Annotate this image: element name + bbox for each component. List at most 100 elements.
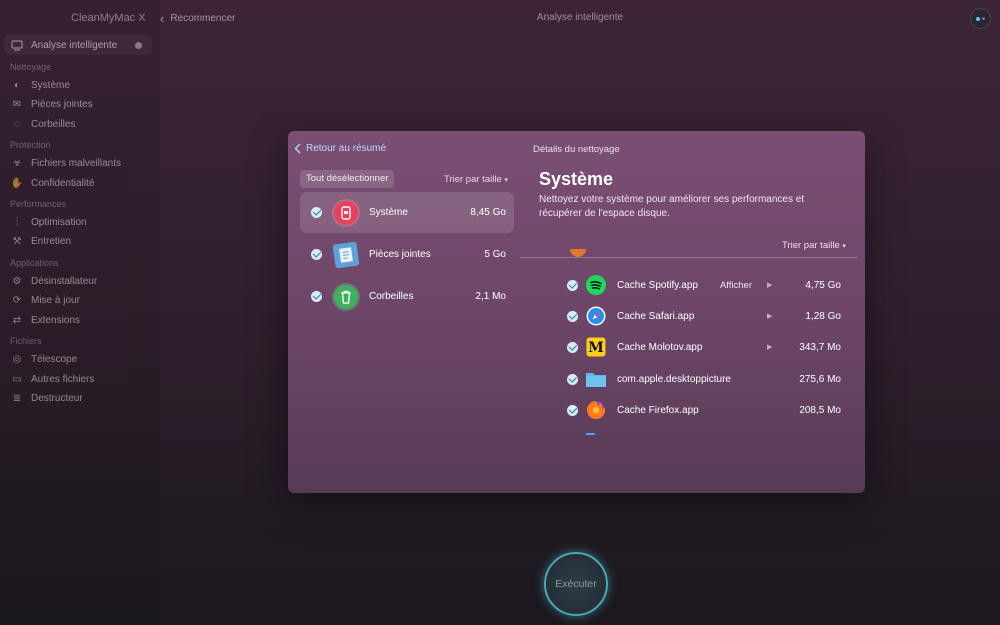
checkbox[interactable]	[567, 404, 578, 416]
checkbox[interactable]	[311, 249, 322, 260]
checkbox[interactable]	[567, 310, 578, 322]
mail-icon: ✉	[12, 98, 22, 110]
sidebar-item-extensions[interactable]: ⇄ Extensions	[10, 310, 80, 330]
sidebar-item-label: Optimisation	[31, 216, 87, 228]
restart-label: Recommencer	[170, 13, 236, 24]
category-row-attachments[interactable]: Pièces jointes 5 Go	[300, 234, 514, 275]
section-title: Système	[539, 169, 614, 189]
item-size: 208,5 Mo	[799, 404, 841, 416]
assistant-button[interactable]	[970, 8, 991, 29]
checkbox[interactable]	[311, 291, 322, 302]
app-icon	[570, 249, 586, 257]
sidebar-item-maintenance[interactable]: ⚒ Entretien	[10, 231, 72, 251]
disclosure-triangle-icon[interactable]: ▶	[767, 343, 777, 351]
item-size: 1,28 Go	[805, 310, 841, 322]
mail-attachments-icon	[332, 240, 360, 269]
sidebar-item-malware[interactable]: ☣ Fichiers malveillants	[10, 153, 122, 173]
sidebar-item-label: Désinstallateur	[31, 275, 98, 287]
item-name: Cache Molotov.app	[617, 341, 703, 353]
divider	[520, 257, 858, 258]
spotify-icon	[586, 275, 606, 295]
sidebar-section-title: Performances	[10, 199, 67, 209]
item-size: 275,6 Mo	[799, 373, 841, 385]
chevron-down-icon: ▾	[842, 243, 846, 250]
sidebar-item-attachments[interactable]: ✉ Pièces jointes	[10, 94, 93, 114]
assistant-dot-icon	[976, 16, 980, 21]
sidebar-section-title: Fichiers	[10, 336, 42, 346]
category-row-system[interactable]: Système 8,45 Go	[300, 192, 514, 233]
folder-icon	[586, 369, 606, 389]
sidebar-item-trash[interactable]: ◌ Corbeilles	[10, 114, 75, 134]
checkbox[interactable]	[311, 207, 322, 218]
show-button[interactable]: Afficher	[720, 280, 752, 291]
update-icon: ⟳	[12, 294, 22, 306]
list-item[interactable]: Cache Safari.app ▶ 1,28 Go	[567, 306, 841, 326]
list-item[interactable]: M Cache Molotov.app ▶ 343,7 Mo	[567, 337, 841, 357]
execute-button[interactable]: Exécuter	[544, 552, 608, 616]
category-name: Corbeilles	[369, 291, 414, 302]
sidebar-item-uninstaller[interactable]: ⚙ Désinstallateur	[10, 271, 98, 291]
sidebar-item-label: Corbeilles	[31, 118, 76, 130]
sidebar-item-space-lens[interactable]: ◎ Télescope	[10, 349, 78, 369]
sidebar-item-updater[interactable]: ⟳ Mise à jour	[10, 290, 80, 310]
uninstaller-icon: ⚙	[12, 275, 22, 287]
restart-button[interactable]: ‹ Recommencer	[160, 11, 235, 26]
sliders-icon: ⫶	[15, 216, 19, 228]
category-size: 2,1 Mo	[475, 291, 506, 302]
sidebar-section-title: Protection	[10, 140, 51, 150]
folder-icon: ▭	[12, 373, 22, 385]
item-size: 4,75 Go	[805, 279, 841, 291]
sidebar-item-smart-scan[interactable]: Analyse intelligente	[4, 35, 152, 55]
back-label: Retour au résumé	[306, 143, 387, 154]
item-name: Cache Firefox.app	[617, 404, 699, 416]
sidebar-item-system[interactable]: ◐ Système	[10, 75, 70, 95]
category-name: Système	[369, 207, 408, 218]
sort-by-size-dropdown[interactable]: Trier par taille ▾	[444, 174, 508, 185]
window-title-text: Analyse intelligente	[536, 12, 624, 23]
molotov-icon: M	[586, 337, 606, 357]
checkbox[interactable]	[567, 373, 578, 385]
disclosure-triangle-icon[interactable]: ▶	[767, 281, 777, 289]
sidebar-section-title: Nettoyage	[10, 62, 52, 72]
scrolled-row-fragment	[566, 249, 586, 257]
sidebar-section-title: Applications	[10, 258, 59, 268]
sidebar-item-label: Fichiers malveillants	[31, 157, 122, 169]
sidebar-item-label: Destructeur	[31, 392, 83, 404]
details-title: Détails du nettoyage	[533, 144, 620, 155]
sidebar: CleanMyMac X Analyse intelligente Nettoy…	[0, 0, 160, 625]
sidebar-item-shredder[interactable]: ≣ Destructeur	[10, 388, 83, 408]
sort-label: Trier par taille	[444, 174, 502, 185]
sort-by-size-dropdown-right[interactable]: Trier par taille ▾	[782, 240, 846, 251]
category-name: Pièces jointes	[369, 249, 431, 260]
trash-bins-icon	[334, 284, 358, 309]
assistant-dot-icon	[982, 17, 985, 20]
sidebar-item-label: Mise à jour	[31, 294, 80, 306]
disclosure-triangle-icon[interactable]: ▶	[767, 312, 777, 320]
sidebar-item-label: Autres fichiers	[31, 373, 95, 385]
cleanup-details-panel: Retour au résumé Détails du nettoyage To…	[288, 131, 865, 493]
biohazard-icon: ☣	[12, 157, 22, 169]
chevron-left-icon	[294, 143, 301, 154]
category-row-trash[interactable]: Corbeilles 2,1 Mo	[300, 276, 514, 317]
wrench-icon: ⚒	[12, 235, 22, 247]
sidebar-item-optimization[interactable]: ⫶ Optimisation	[10, 212, 87, 232]
sidebar-item-large-old-files[interactable]: ▭ Autres fichiers	[10, 369, 94, 389]
item-name: Cache Spotify.app	[617, 279, 698, 291]
back-to-summary-link[interactable]: Retour au résumé	[294, 143, 386, 154]
extensions-icon: ⇄	[12, 314, 22, 326]
svg-text:M: M	[588, 340, 604, 356]
chevron-down-icon: ▾	[504, 177, 508, 184]
hand-icon: ✋	[10, 177, 24, 189]
firefox-icon	[586, 400, 606, 420]
sidebar-item-privacy[interactable]: ✋ Confidentialité	[10, 173, 95, 193]
app-title: CleanMyMac X	[71, 12, 146, 24]
checkbox[interactable]	[567, 279, 578, 291]
sort-label: Trier par taille	[782, 240, 840, 251]
item-size: 343,7 Mo	[799, 341, 841, 353]
list-item[interactable]: Cache Firefox.app 208,5 Mo	[567, 400, 841, 420]
deselect-all-button[interactable]: Tout désélectionner	[300, 170, 395, 188]
list-item[interactable]: Cache Spotify.app Afficher ▶ 4,75 Go	[567, 275, 841, 295]
checkbox[interactable]	[567, 341, 578, 353]
space-lens-icon: ◎	[12, 353, 22, 365]
list-item[interactable]: com.apple.desktoppicture 275,6 Mo	[567, 369, 841, 389]
